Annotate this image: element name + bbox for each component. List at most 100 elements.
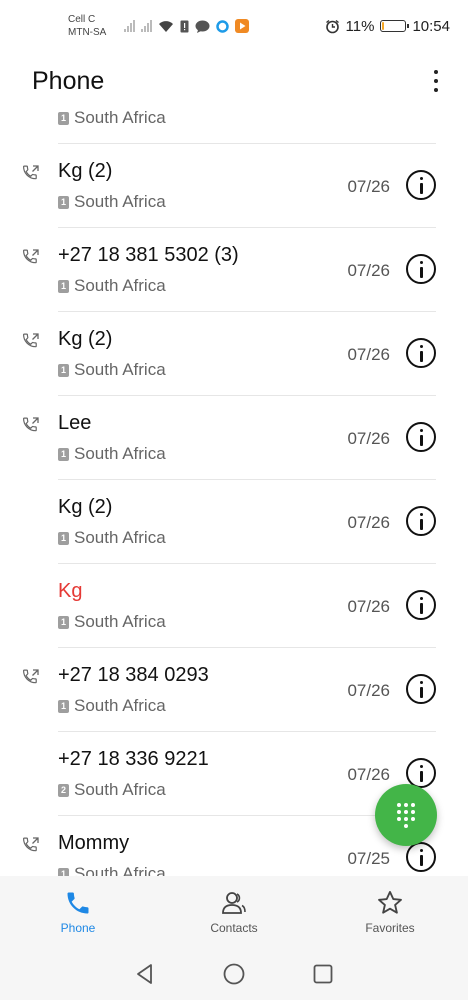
sim-icon: 1 xyxy=(58,531,69,545)
info-icon[interactable] xyxy=(406,170,436,200)
star-icon xyxy=(378,890,402,914)
carrier-line-2: MTN-SA xyxy=(68,27,107,38)
call-subtitle: 1 South Africa xyxy=(58,276,166,296)
tab-contacts-label: Contacts xyxy=(210,921,258,935)
call-date: 07/26 xyxy=(347,597,390,616)
outgoing-call-icon xyxy=(22,417,39,432)
info-icon[interactable] xyxy=(406,254,436,284)
call-location: South Africa xyxy=(74,192,166,211)
carrier-info: Cell C MTN-SA xyxy=(68,13,118,39)
status-icons xyxy=(124,19,249,33)
dialpad-icon xyxy=(397,802,415,828)
info-icon[interactable] xyxy=(406,590,436,620)
wifi-icon xyxy=(159,20,173,32)
call-log-row[interactable]: Lee 1 South Africa 07/26 xyxy=(0,396,468,480)
bottom-navigation: Phone Contacts Favorites xyxy=(0,876,468,948)
outgoing-call-icon xyxy=(22,333,39,348)
call-subtitle: 2 South Africa xyxy=(58,780,166,800)
call-log-list[interactable]: 1 South Africa Kg (2) 1 South Africa 07/26 +27… xyxy=(0,108,468,876)
call-name: +27 18 381 5302 (3) xyxy=(58,244,239,266)
call-log-row[interactable]: +27 18 381 5302 (3) 1 South Africa 07/26 xyxy=(0,228,468,312)
tab-contacts[interactable]: Contacts xyxy=(156,876,312,948)
signal-1-icon xyxy=(124,20,135,32)
info-icon[interactable] xyxy=(406,674,436,704)
call-name: Kg xyxy=(58,580,83,602)
call-location: South Africa xyxy=(74,528,166,547)
call-name: Kg (2) xyxy=(58,328,113,350)
call-date: 07/26 xyxy=(347,513,390,532)
call-location: South Africa xyxy=(74,444,166,463)
call-log-row[interactable]: Kg 1 South Africa 07/26 xyxy=(0,564,468,648)
dialpad-button[interactable] xyxy=(375,784,437,846)
call-date: 07/26 xyxy=(347,765,390,784)
phone-icon xyxy=(67,892,89,914)
tab-favorites[interactable]: Favorites xyxy=(312,876,468,948)
sim-icon: 1 xyxy=(58,195,69,209)
system-navigation-bar xyxy=(0,948,468,1000)
call-name: +27 18 384 0293 xyxy=(58,664,209,686)
call-subtitle: 1 South Africa xyxy=(58,444,166,464)
call-log-row[interactable]: 1 South Africa xyxy=(0,108,468,144)
call-name: Kg (2) xyxy=(58,160,113,182)
message-icon xyxy=(195,20,210,33)
sim-icon: 1 xyxy=(58,279,69,293)
sim-icon: 1 xyxy=(58,363,69,377)
app-circle-icon xyxy=(216,19,229,33)
carrier-line-1: Cell C xyxy=(68,14,96,25)
play-app-icon xyxy=(235,19,249,33)
call-location: South Africa xyxy=(74,360,166,379)
tab-phone[interactable]: Phone xyxy=(0,876,156,948)
sim-icon: 1 xyxy=(58,699,69,713)
outgoing-call-icon xyxy=(22,837,39,852)
page-title: Phone xyxy=(32,66,105,95)
call-subtitle: 1 South Africa xyxy=(58,696,166,716)
info-icon[interactable] xyxy=(406,422,436,452)
call-name: Mommy xyxy=(58,832,130,854)
call-date: 07/26 xyxy=(347,345,390,364)
recents-icon[interactable] xyxy=(311,962,335,986)
info-icon[interactable] xyxy=(406,842,436,872)
sim-icon: 1 xyxy=(58,615,69,629)
more-options-icon[interactable] xyxy=(426,70,446,92)
call-log-row[interactable]: Kg (2) 1 South Africa 07/26 xyxy=(0,144,468,228)
contacts-icon xyxy=(222,892,246,914)
call-name: +27 18 336 9221 xyxy=(58,748,209,770)
status-bar: Cell C MTN-SA 11% 10:54 xyxy=(0,0,468,52)
info-icon[interactable] xyxy=(406,338,436,368)
call-subtitle: 1 South Africa xyxy=(58,612,166,632)
call-date: 07/26 xyxy=(347,261,390,280)
sim-icon: 2 xyxy=(58,783,69,797)
call-date: 07/25 xyxy=(347,849,390,868)
app-header: Phone xyxy=(0,52,468,110)
clock: 10:54 xyxy=(412,17,450,35)
call-location: South Africa xyxy=(74,696,166,715)
call-subtitle: 1 South Africa xyxy=(58,864,166,876)
call-subtitle: 1 South Africa xyxy=(58,192,166,212)
back-icon[interactable] xyxy=(133,962,157,986)
call-subtitle: 1 South Africa xyxy=(58,360,166,380)
alarm-icon xyxy=(325,19,339,33)
call-location: South Africa xyxy=(74,276,166,295)
call-subtitle: 1 South Africa xyxy=(58,108,166,128)
outgoing-call-icon xyxy=(22,165,39,180)
outgoing-call-icon xyxy=(22,249,39,264)
call-subtitle: 1 South Africa xyxy=(58,528,166,548)
call-date: 07/26 xyxy=(347,429,390,448)
call-date: 07/26 xyxy=(347,177,390,196)
status-right: 11% 10:54 xyxy=(325,18,450,35)
call-location: South Africa xyxy=(74,780,166,799)
tab-phone-label: Phone xyxy=(60,921,96,935)
call-name: Lee xyxy=(58,412,92,434)
outgoing-call-icon xyxy=(22,669,39,684)
call-location: South Africa xyxy=(74,864,166,876)
sim-icon: 1 xyxy=(58,111,69,125)
call-location: South Africa xyxy=(74,108,166,127)
call-log-row[interactable]: +27 18 384 0293 1 South Africa 07/26 xyxy=(0,648,468,732)
tab-favorites-label: Favorites xyxy=(365,921,415,935)
info-icon[interactable] xyxy=(406,506,436,536)
call-date: 07/26 xyxy=(347,681,390,700)
call-log-row[interactable]: Kg (2) 1 South Africa 07/26 xyxy=(0,312,468,396)
home-icon[interactable] xyxy=(222,962,246,986)
call-log-row[interactable]: Kg (2) 1 South Africa 07/26 xyxy=(0,480,468,564)
signal-2-icon xyxy=(141,20,152,32)
